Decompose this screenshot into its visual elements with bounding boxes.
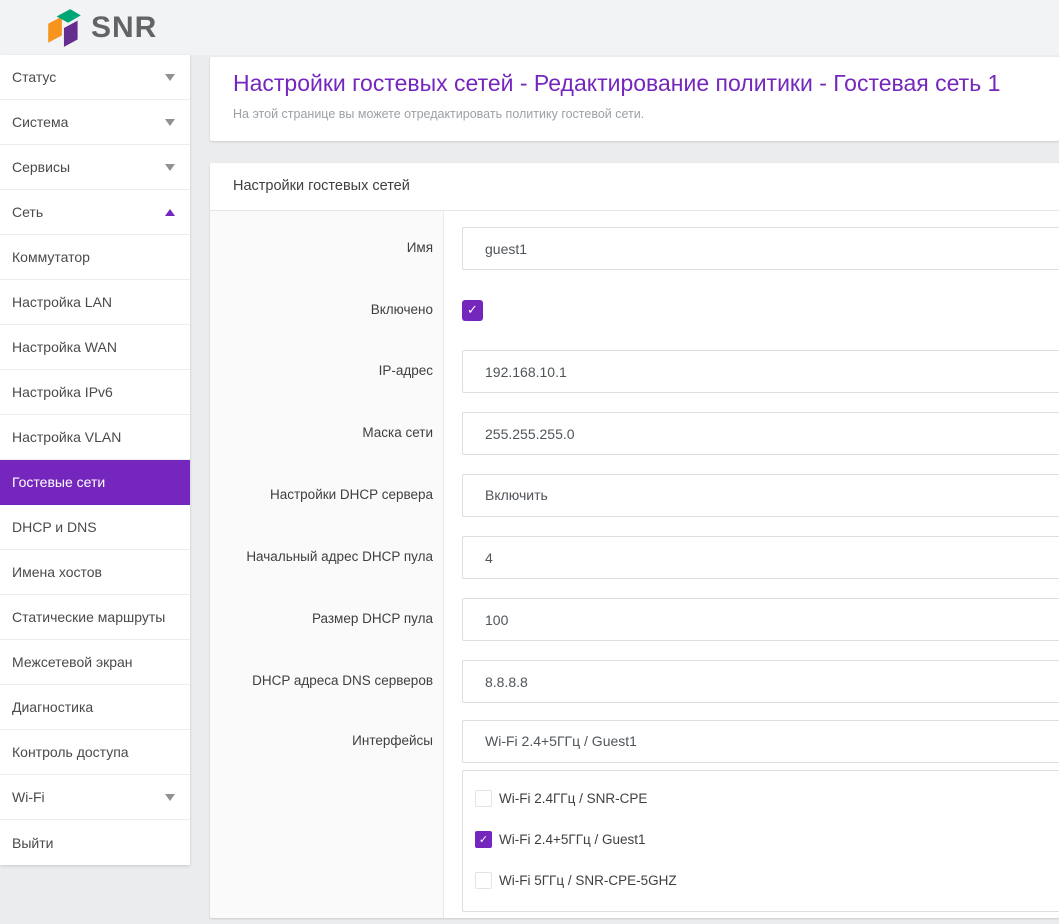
form-section-title: Настройки гостевых сетей bbox=[210, 163, 1059, 211]
field-label: Размер DHCP пула bbox=[210, 598, 443, 641]
form-row-ip-address: IP-адрес bbox=[210, 340, 1059, 402]
sidebar-item-wan-settings[interactable]: Настройка WAN bbox=[0, 325, 190, 370]
sidebar-item-ipv6-settings[interactable]: Настройка IPv6 bbox=[0, 370, 190, 415]
chevron-down-icon bbox=[165, 74, 175, 81]
sidebar-item-static-routes[interactable]: Статические маршруты bbox=[0, 595, 190, 640]
name-input[interactable] bbox=[462, 227, 1059, 270]
dhcp-pool-size-input[interactable] bbox=[462, 598, 1059, 641]
interfaces-options-panel: Wi-Fi 2.4ГГц / SNR-CPE ✓ Wi-Fi 2.4+5ГГц … bbox=[462, 770, 1059, 912]
field-label: DHCP адреса DNS серверов bbox=[210, 660, 443, 703]
sidebar-item-dhcp-dns[interactable]: DHCP и DNS bbox=[0, 505, 190, 550]
sidebar-item-network[interactable]: Сеть bbox=[0, 190, 190, 235]
sidebar-item-status[interactable]: Статус bbox=[0, 55, 190, 100]
checkmark-icon: ✓ bbox=[467, 302, 478, 318]
snr-logo-text: SNR bbox=[91, 11, 157, 45]
interface-checkbox-unchecked[interactable] bbox=[475, 790, 492, 807]
field-label: Маска сети bbox=[210, 412, 443, 455]
sidebar-item-label: Настройка WAN bbox=[12, 339, 117, 355]
field-label: Интерфейсы bbox=[210, 720, 443, 912]
netmask-input[interactable] bbox=[462, 412, 1059, 455]
interface-checkbox-checked[interactable]: ✓ bbox=[475, 831, 492, 848]
main-content: Настройки гостевых сетей - Редактировани… bbox=[210, 57, 1059, 918]
sidebar-item-system[interactable]: Система bbox=[0, 100, 190, 145]
dhcp-pool-start-input[interactable] bbox=[462, 536, 1059, 579]
interface-option-wifi-24[interactable]: Wi-Fi 2.4ГГц / SNR-CPE bbox=[475, 790, 1059, 807]
app-root: SNR Статус Система Сервисы Сеть Коммутат… bbox=[0, 0, 1059, 924]
chevron-up-icon bbox=[165, 209, 175, 216]
form-row-enabled: Включено ✓ bbox=[210, 279, 1059, 340]
form-body: Имя Включено ✓ IP-адрес bbox=[210, 211, 1059, 918]
sidebar-item-label: Статические маршруты bbox=[12, 609, 165, 625]
sidebar-item-label: Настройка LAN bbox=[12, 294, 112, 310]
field-label: Включено bbox=[210, 289, 443, 331]
sidebar-item-label: Имена хостов bbox=[12, 564, 102, 580]
checkmark-icon: ✓ bbox=[479, 833, 488, 846]
interface-option-label: Wi-Fi 2.4+5ГГц / Guest1 bbox=[499, 832, 646, 847]
interface-checkbox-unchecked[interactable] bbox=[475, 872, 492, 889]
sidebar-item-label: Настройка IPv6 bbox=[12, 384, 113, 400]
sidebar-item-label: Гостевые сети bbox=[12, 474, 105, 490]
sidebar-item-label: Межсетевой экран bbox=[12, 654, 133, 670]
snr-logo[interactable]: SNR bbox=[48, 7, 157, 49]
chevron-down-icon bbox=[165, 794, 175, 801]
sidebar-item-label: Сервисы bbox=[12, 159, 70, 175]
sidebar-item-label: Коммутатор bbox=[12, 249, 90, 265]
sidebar-item-label: Диагностика bbox=[12, 699, 93, 715]
sidebar-item-logout[interactable]: Выйти bbox=[0, 820, 190, 865]
page-header-card: Настройки гостевых сетей - Редактировани… bbox=[210, 57, 1059, 141]
sidebar-item-switch[interactable]: Коммутатор bbox=[0, 235, 190, 280]
field-label: Настройки DHCP сервера bbox=[210, 474, 443, 517]
sidebar-item-label: DHCP и DNS bbox=[12, 519, 97, 535]
sidebar-item-hostnames[interactable]: Имена хостов bbox=[0, 550, 190, 595]
form-row-interfaces: Интерфейсы Wi-Fi 2.4+5ГГц / Guest1 Wi-Fi… bbox=[210, 712, 1059, 917]
sidebar-item-label: Сеть bbox=[12, 204, 43, 220]
sidebar-item-label: Статус bbox=[12, 69, 56, 85]
form-row-dhcp-mode: Настройки DHCP сервера Включить bbox=[210, 464, 1059, 526]
sidebar-item-lan-settings[interactable]: Настройка LAN bbox=[0, 280, 190, 325]
guest-network-form-card: Настройки гостевых сетей Имя Включено ✓ bbox=[210, 163, 1059, 918]
form-row-name: Имя bbox=[210, 217, 1059, 279]
sidebar-item-diagnostics[interactable]: Диагностика bbox=[0, 685, 190, 730]
sidebar-item-guest-networks[interactable]: Гостевые сети bbox=[0, 460, 190, 505]
sidebar-item-wifi[interactable]: Wi-Fi bbox=[0, 775, 190, 820]
interface-option-wifi-245-guest1[interactable]: ✓ Wi-Fi 2.4+5ГГц / Guest1 bbox=[475, 831, 1059, 848]
sidebar-item-label: Wi-Fi bbox=[12, 789, 45, 805]
sidebar-item-label: Контроль доступа bbox=[12, 744, 129, 760]
interface-option-wifi-5[interactable]: Wi-Fi 5ГГц / SNR-CPE-5GHZ bbox=[475, 872, 1059, 889]
interface-option-label: Wi-Fi 5ГГц / SNR-CPE-5GHZ bbox=[499, 873, 677, 888]
field-label: Имя bbox=[210, 227, 443, 270]
interface-option-label: Wi-Fi 2.4ГГц / SNR-CPE bbox=[499, 791, 647, 806]
snr-logo-icon bbox=[48, 7, 82, 49]
form-row-dhcp-pool-start: Начальный адрес DHCP пула bbox=[210, 526, 1059, 588]
sidebar-item-firewall[interactable]: Межсетевой экран bbox=[0, 640, 190, 685]
sidebar: Статус Система Сервисы Сеть Коммутатор Н… bbox=[0, 55, 190, 865]
interfaces-select[interactable]: Wi-Fi 2.4+5ГГц / Guest1 bbox=[462, 720, 1059, 763]
chevron-down-icon bbox=[165, 119, 175, 126]
field-label: Начальный адрес DHCP пула bbox=[210, 536, 443, 579]
page-subtitle: На этой странице вы можете отредактирова… bbox=[233, 107, 1059, 121]
page-title: Настройки гостевых сетей - Редактировани… bbox=[233, 70, 1059, 97]
sidebar-item-label: Настройка VLAN bbox=[12, 429, 121, 445]
form-row-dhcp-pool-size: Размер DHCP пула bbox=[210, 588, 1059, 650]
top-bar: SNR bbox=[0, 0, 1059, 55]
sidebar-item-vlan-settings[interactable]: Настройка VLAN bbox=[0, 415, 190, 460]
sidebar-item-label: Выйти bbox=[12, 835, 53, 851]
dhcp-dns-input[interactable] bbox=[462, 660, 1059, 703]
form-row-netmask: Маска сети bbox=[210, 402, 1059, 464]
dhcp-mode-select[interactable]: Включить bbox=[462, 474, 1059, 517]
field-label: IP-адрес bbox=[210, 350, 443, 393]
ip-address-input[interactable] bbox=[462, 350, 1059, 393]
sidebar-item-services[interactable]: Сервисы bbox=[0, 145, 190, 190]
sidebar-item-label: Система bbox=[12, 114, 68, 130]
form-row-dhcp-dns: DHCP адреса DNS серверов bbox=[210, 650, 1059, 712]
sidebar-item-access-control[interactable]: Контроль доступа bbox=[0, 730, 190, 775]
enabled-checkbox[interactable]: ✓ bbox=[462, 300, 483, 321]
chevron-down-icon bbox=[165, 164, 175, 171]
